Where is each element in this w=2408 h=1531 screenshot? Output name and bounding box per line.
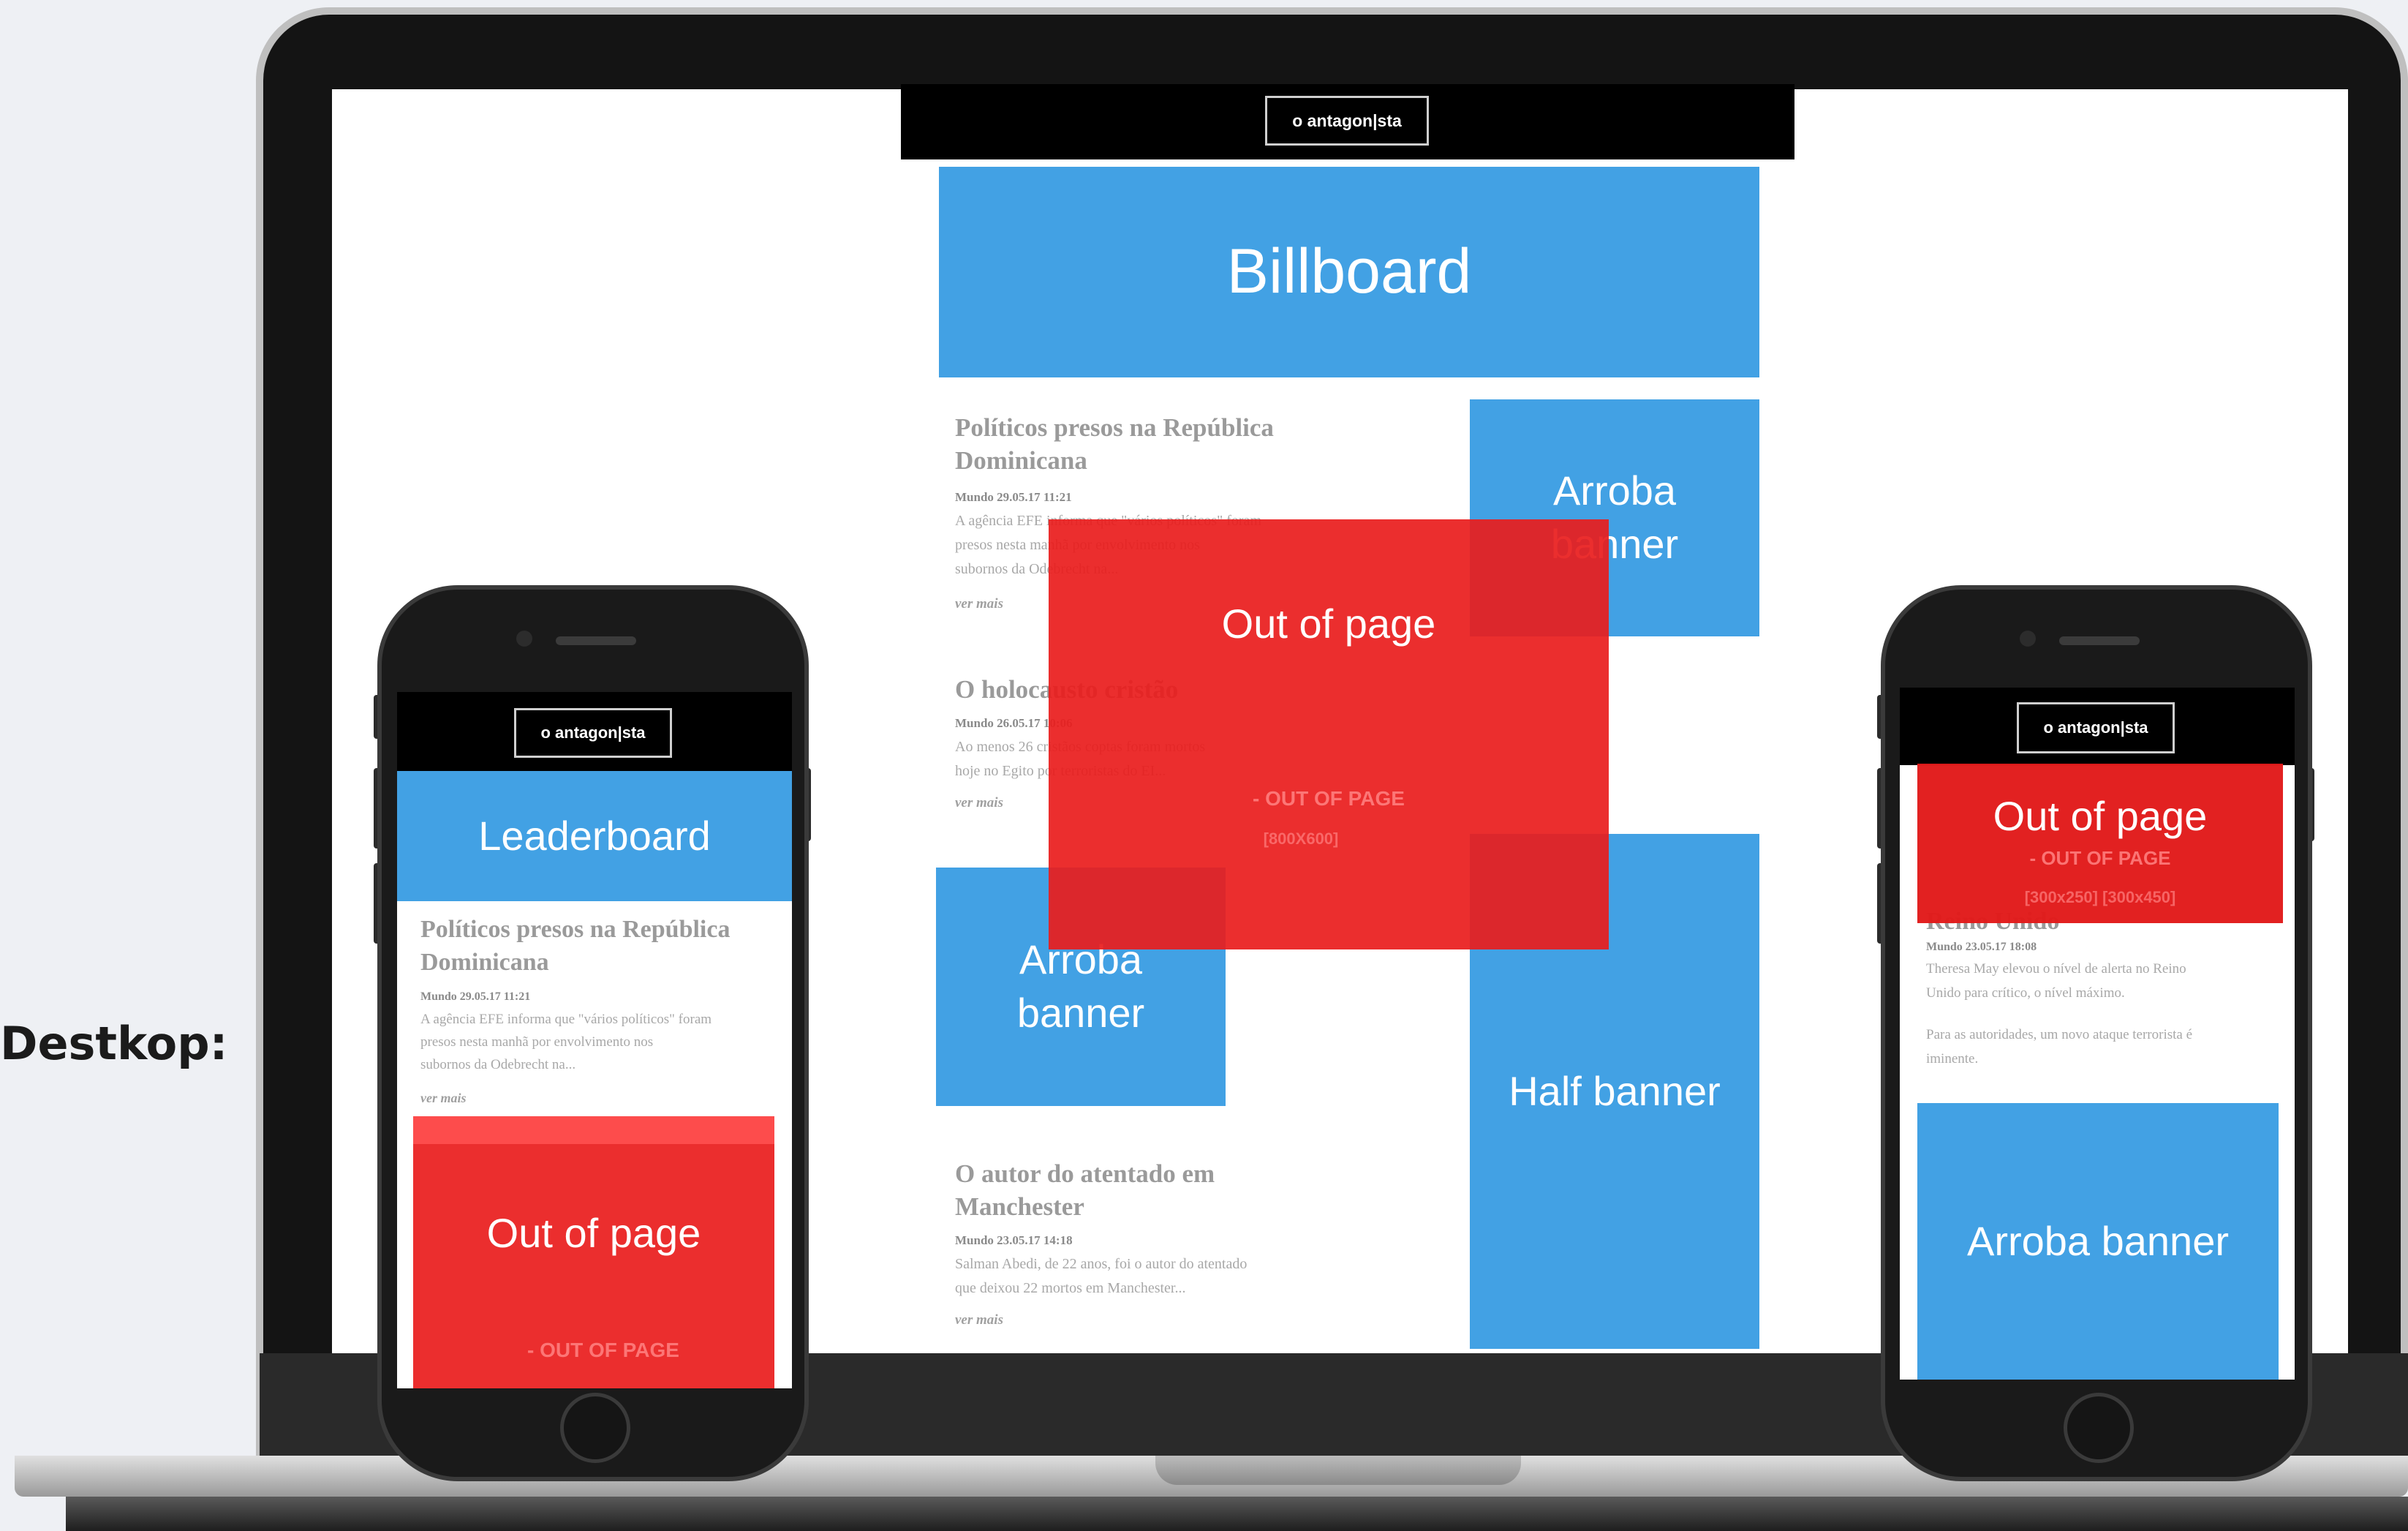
site-logo[interactable]: o antagon|sta bbox=[2017, 702, 2175, 753]
article-body-line: subornos da Odebrecht na... bbox=[420, 1057, 576, 1072]
out-of-page-tag: - OUT OF PAGE bbox=[527, 1339, 679, 1361]
article-body-line: Para as autoridades, um novo ataque terr… bbox=[1926, 1027, 2193, 1042]
laptop-notch bbox=[1155, 1456, 1521, 1485]
out-of-page-label-wrap: Out of page bbox=[1049, 519, 1609, 729]
phone-camera bbox=[2020, 631, 2036, 647]
article-title[interactable]: O autor do atentado em Manchester bbox=[955, 1157, 1365, 1223]
phone-left-screen: o antagon|sta Leaderboard Políticos pres… bbox=[397, 692, 792, 1388]
half-banner-label: Half banner bbox=[1509, 1067, 1721, 1114]
arroba-banner-label-line: banner bbox=[1016, 990, 1145, 1036]
leaderboard-ad[interactable]: Leaderboard bbox=[397, 771, 792, 901]
arroba-banner-ad[interactable]: Arroba banner bbox=[1917, 1103, 2279, 1380]
article-1[interactable]: Políticos presos na República Dominicana… bbox=[420, 913, 786, 1106]
out-of-page-size: [300x250] [300x450] bbox=[2024, 888, 2176, 906]
article-1[interactable]: Reino Unido Mundo 23.05.17 18:08 Theresa… bbox=[1926, 907, 2292, 1071]
desktop-caption: Destkop: bbox=[0, 1017, 228, 1070]
article-meta: Mundo 29.05.17 11:21 bbox=[955, 490, 1072, 504]
article-meta: Mundo 23.05.17 18:08 bbox=[1926, 941, 2037, 953]
article-body: A agência EFE informa que "vários políti… bbox=[420, 1008, 786, 1076]
article-body-line: A agência EFE informa que "vários políti… bbox=[420, 1012, 712, 1027]
arroba-banner-label-line: Arroba bbox=[1552, 467, 1677, 514]
out-of-page-label: Out of page bbox=[1221, 600, 1436, 647]
phone-camera bbox=[516, 631, 532, 647]
out-of-page-tag: - OUT OF PAGE bbox=[2029, 847, 2171, 869]
site-header: o antagon|sta bbox=[901, 84, 1794, 159]
phone-home-button[interactable] bbox=[2064, 1393, 2134, 1463]
out-of-page-size: [800X600] bbox=[1263, 830, 1339, 848]
article-title-line: O autor do atentado em bbox=[955, 1159, 1215, 1188]
article-title[interactable]: Políticos presos na República Dominicana bbox=[420, 913, 786, 979]
arroba-banner-label: Arroba banner bbox=[1966, 1217, 2229, 1264]
article-title-line: Dominicana bbox=[955, 446, 1087, 475]
out-of-page-label: Out of page bbox=[486, 1209, 701, 1256]
article-body-line: Unido para crítico, o nível máximo. bbox=[1926, 985, 2125, 1001]
phone-speaker bbox=[556, 636, 636, 645]
out-of-page-label: Out of page bbox=[1993, 792, 2208, 839]
laptop-base-shadow bbox=[66, 1497, 2408, 1531]
site-logo[interactable]: o antagon|sta bbox=[514, 708, 672, 758]
phone-header: o antagon|sta bbox=[1900, 688, 2295, 765]
read-more-link[interactable]: ver mais bbox=[420, 1091, 786, 1106]
phone-home-button[interactable] bbox=[560, 1393, 630, 1463]
article-3[interactable]: O autor do atentado em Manchester Mundo … bbox=[955, 1157, 1365, 1328]
article-body-line: presos nesta manhã por envolvimento nos bbox=[420, 1034, 654, 1050]
out-of-page-top-strip bbox=[413, 1116, 774, 1144]
out-of-page-ad[interactable]: Out of page - OUT OF PAGE [800X600] bbox=[1049, 519, 1609, 949]
site-logo[interactable]: o antagon|sta bbox=[1265, 96, 1429, 146]
article-meta: Mundo 29.05.17 11:21 bbox=[420, 990, 531, 1003]
phone-right-screen: o antagon|sta Reino Unido Mundo 23.05.17… bbox=[1900, 688, 2295, 1380]
article-title-line: Manchester bbox=[955, 1192, 1084, 1221]
article-body-line: que deixou 22 mortos em Manchester... bbox=[955, 1280, 1186, 1296]
billboard-ad[interactable]: Billboard bbox=[939, 167, 1759, 377]
out-of-page-label-wrap: Out of page bbox=[413, 1204, 774, 1263]
article-body: Salman Abedi, de 22 anos, foi o autor do… bbox=[955, 1252, 1365, 1301]
out-of-page-label-wrap: Out of page bbox=[1917, 780, 2283, 853]
phone-header: o antagon|sta bbox=[397, 692, 792, 771]
out-of-page-tag: - OUT OF PAGE bbox=[1253, 787, 1405, 810]
out-of-page-ad[interactable]: Out of page - OUT OF PAGE bbox=[413, 1116, 774, 1388]
article-body: Theresa May elevou o nível de alerta no … bbox=[1926, 957, 2292, 1071]
article-title[interactable]: Políticos presos na República Dominicana bbox=[955, 411, 1365, 477]
read-more-link[interactable]: ver mais bbox=[955, 1312, 1365, 1328]
article-title-line: Dominicana bbox=[420, 949, 549, 976]
billboard-label: Billboard bbox=[1226, 236, 1472, 307]
article-title-line: Políticos presos na República bbox=[955, 413, 1274, 442]
article-body-line: Salman Abedi, de 22 anos, foi o autor do… bbox=[955, 1256, 1248, 1272]
article-title-line: Políticos presos na República bbox=[420, 916, 731, 943]
out-of-page-ad[interactable]: Out of page - OUT OF PAGE [300x250] [300… bbox=[1917, 764, 2283, 923]
article-meta: Mundo 23.05.17 14:18 bbox=[955, 1233, 1073, 1247]
phone-speaker bbox=[2059, 636, 2140, 645]
article-body-line: Theresa May elevou o nível de alerta no … bbox=[1926, 961, 2186, 977]
leaderboard-label: Leaderboard bbox=[478, 812, 711, 859]
article-body-line: iminente. bbox=[1926, 1051, 1979, 1067]
